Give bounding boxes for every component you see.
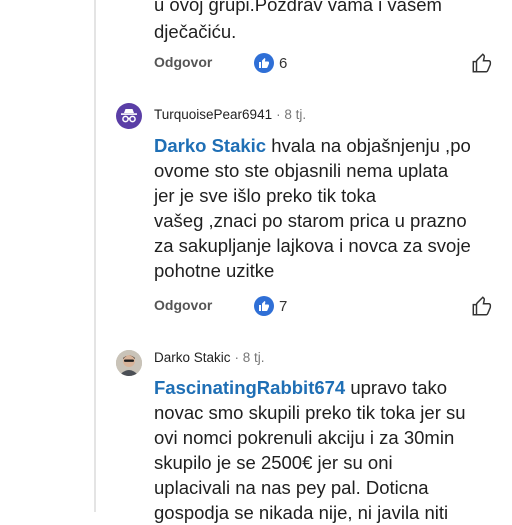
comment-2-line: pohotne uzitke [154,260,275,281]
comment-3-line: gospodja se nikada nije, ni javila niti [154,502,449,523]
comment-author[interactable]: TurquoisePear6941 [154,107,272,122]
like-count: 6 [279,55,288,72]
mention-link[interactable]: FascinatingRabbit674 [154,377,345,398]
comment-2-line: Darko Stakic hvala na objašnjenju ,po [154,133,471,158]
like-count: 7 [279,298,288,315]
thread-line [94,0,96,512]
comment-2-text: hvala na objašnjenju ,po [266,135,471,156]
comment-author[interactable]: Darko Stakic [154,350,231,365]
comment-1-line: u ovoj grupi.Pozdrav vama i vašem [154,0,442,15]
comment-3-line: FascinatingRabbit674 upravo tako [154,375,447,400]
user-avatar-icon[interactable] [116,350,142,376]
comment-2-line: ovome sto ste objasnili nema uplata [154,160,449,181]
comment-2-meta: TurquoisePear6941 · 8 tj. [154,107,306,122]
comment-3-meta: Darko Stakic · 8 tj. [154,350,265,365]
like-filled-icon[interactable] [254,53,274,73]
comment-3-line: uplacivali na nas pey pal. Doticna [154,477,429,498]
incognito-avatar-icon[interactable] [116,103,142,129]
like-filled-icon[interactable] [254,296,274,316]
comment-1-line: dječačiću. [154,21,237,42]
reply-button[interactable]: Odgovor [154,297,212,313]
comment-3-line: ovi nomci pokrenuli akciju i za 30min [154,427,455,448]
comment-age: · 8 tj. [234,350,265,365]
thumb-up-outline-icon[interactable] [471,52,493,79]
comment-3-line: skupilo je se 2500€ jer su oni [154,452,393,473]
mention-link[interactable]: Darko Stakic [154,135,266,156]
comment-age: · 8 tj. [276,107,307,122]
comment-2-line: vašeg ,znaci po starom prica u prazno [154,210,467,231]
comment-3-line: novac smo skupili preko tik toka jer su [154,402,466,423]
thumb-up-outline-icon[interactable] [471,295,493,322]
comment-3-text: upravo tako [345,377,448,398]
reply-button[interactable]: Odgovor [154,54,212,70]
comment-2-line: jer je sve išlo preko tik toka [154,185,377,206]
comment-2-line: za sakupljanje lajkova i novca za svoje [154,235,471,256]
